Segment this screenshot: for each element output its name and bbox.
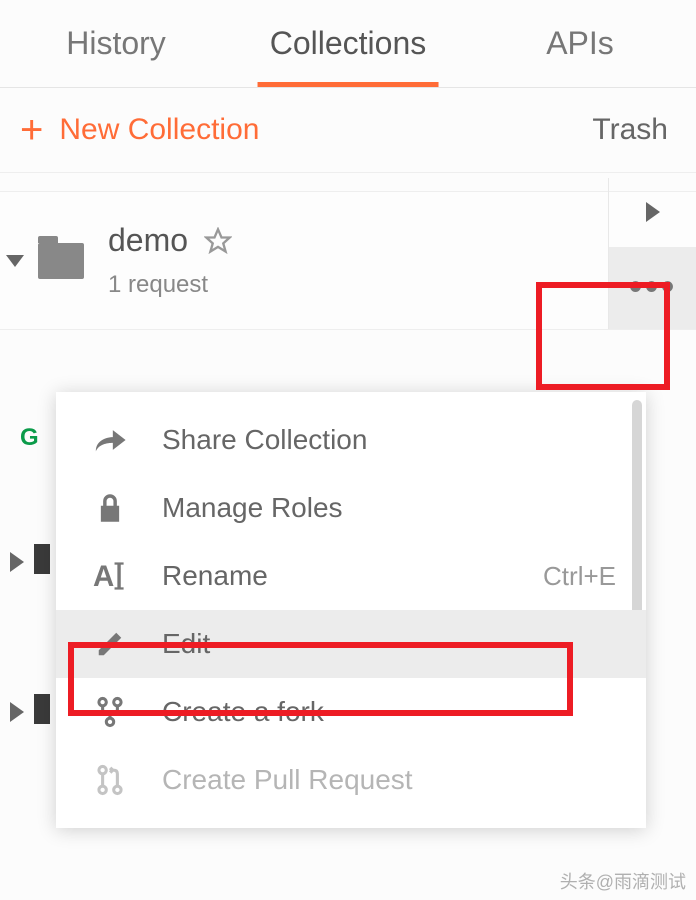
svg-text:A: A bbox=[93, 561, 114, 591]
caret-right-icon[interactable] bbox=[10, 702, 24, 722]
collection-subtitle: 1 request bbox=[108, 271, 684, 299]
pencil-icon bbox=[86, 629, 134, 659]
menu-item-manage-roles[interactable]: Manage Roles bbox=[56, 474, 646, 542]
collection-row[interactable]: demo 1 request ••• bbox=[0, 191, 696, 330]
collection-context-menu: Share Collection Manage Roles A Rename C… bbox=[56, 392, 646, 828]
menu-label: Create Pull Request bbox=[162, 764, 616, 796]
collections-toolbar: + New Collection Trash bbox=[0, 88, 696, 173]
bg-bar bbox=[34, 544, 50, 574]
caret-right-icon bbox=[646, 202, 660, 222]
menu-label: Share Collection bbox=[162, 424, 616, 456]
menu-shortcut: Ctrl+E bbox=[543, 561, 616, 592]
caret-right-icon[interactable] bbox=[10, 552, 24, 572]
menu-item-create-fork[interactable]: Create a fork bbox=[56, 678, 646, 746]
expand-caret-icon[interactable] bbox=[6, 255, 24, 267]
tab-history[interactable]: History bbox=[0, 1, 232, 86]
menu-label: Create a fork bbox=[162, 696, 616, 728]
fork-icon bbox=[86, 696, 134, 728]
tab-collections[interactable]: Collections bbox=[232, 1, 464, 86]
new-collection-label: New Collection bbox=[59, 113, 259, 147]
folder-icon bbox=[38, 243, 84, 279]
bg-bar bbox=[34, 694, 50, 724]
lock-icon bbox=[86, 492, 134, 524]
collection-name: demo bbox=[108, 222, 188, 259]
expand-panel-button[interactable] bbox=[609, 178, 696, 247]
menu-label: Rename bbox=[162, 560, 543, 592]
more-actions-button[interactable]: ••• bbox=[609, 247, 696, 329]
tab-apis[interactable]: APIs bbox=[464, 1, 696, 86]
share-icon bbox=[86, 425, 134, 455]
menu-label: Manage Roles bbox=[162, 492, 616, 524]
menu-item-edit[interactable]: Edit bbox=[56, 610, 646, 678]
menu-label: Edit bbox=[162, 628, 616, 660]
pull-request-icon bbox=[86, 764, 134, 796]
menu-item-rename[interactable]: A Rename Ctrl+E bbox=[56, 542, 646, 610]
menu-item-share[interactable]: Share Collection bbox=[56, 406, 646, 474]
collection-info: demo 1 request bbox=[108, 222, 684, 299]
new-collection-button[interactable]: + New Collection bbox=[20, 110, 259, 150]
method-badge: G bbox=[20, 424, 39, 452]
plus-icon: + bbox=[20, 110, 43, 150]
rename-icon: A bbox=[86, 561, 134, 591]
star-icon[interactable] bbox=[204, 227, 232, 255]
row-actions: ••• bbox=[608, 178, 696, 329]
trash-link[interactable]: Trash bbox=[592, 113, 668, 147]
menu-item-create-pull-request: Create Pull Request bbox=[56, 746, 646, 814]
sidebar-tabs: History Collections APIs bbox=[0, 0, 696, 88]
watermark: 头条@雨滴测试 bbox=[560, 868, 686, 894]
